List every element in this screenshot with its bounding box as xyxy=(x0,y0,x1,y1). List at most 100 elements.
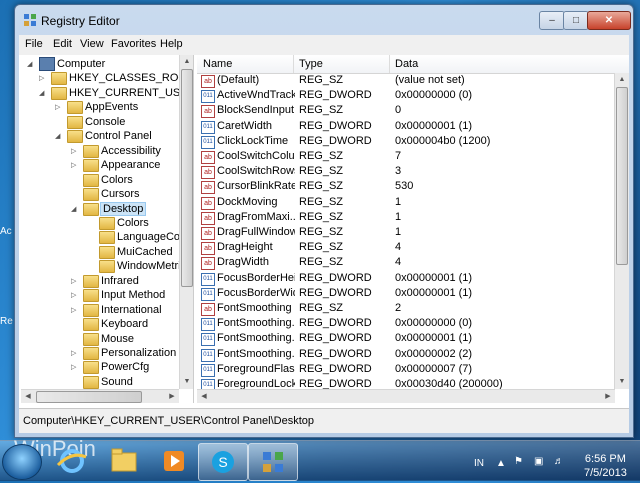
menu-edit[interactable]: Edit xyxy=(53,38,72,50)
scroll-down-arrow-icon[interactable]: ▼ xyxy=(180,375,193,389)
tree-item[interactable]: ▷ Personalization xyxy=(21,346,179,361)
list-item[interactable]: ab DragWidth REG_SZ 4 xyxy=(197,256,593,271)
tree-item[interactable]: ▷ PowerCfg xyxy=(21,360,179,375)
tree-item[interactable]: ▷ HKEY_CLASSES_ROOT xyxy=(21,71,193,86)
collapse-arrow-icon[interactable]: ◢ xyxy=(27,61,34,68)
expand-arrow-icon[interactable]: ▷ xyxy=(55,104,62,111)
expand-arrow-icon[interactable]: ▷ xyxy=(71,148,78,155)
column-divider[interactable] xyxy=(293,55,294,73)
list-item[interactable]: 011 FontSmoothing... REG_DWORD 0x00000002 (… xyxy=(197,348,593,363)
tree-hscroll-thumb[interactable] xyxy=(36,391,142,403)
tree-item[interactable]: ◢ Control Panel xyxy=(21,129,179,144)
list-item[interactable]: ab CursorBlinkRate REG_SZ 530 xyxy=(197,180,593,195)
close-button[interactable]: ✕ xyxy=(587,11,631,30)
scroll-right-arrow-icon[interactable]: ▶ xyxy=(601,390,615,403)
tree-vertical-scrollbar[interactable]: ▲ ▼ xyxy=(179,55,193,389)
list-item[interactable]: 011 FontSmoothing... REG_DWORD 0x00000000 (… xyxy=(197,317,593,332)
list-item[interactable]: ab DragHeight REG_SZ 4 xyxy=(197,241,593,256)
column-header-data[interactable]: Data xyxy=(395,58,418,70)
tree-item[interactable]: ▷ AppEvents xyxy=(21,100,179,115)
expand-arrow-icon[interactable]: ▷ xyxy=(71,278,78,285)
tree-item[interactable]: Colors xyxy=(21,216,179,231)
list-item[interactable]: 011ForegroundFlas... REG_DWORD 0x00000007 … xyxy=(197,363,593,378)
start-button-icon[interactable] xyxy=(2,444,42,480)
tree-item[interactable]: Colors xyxy=(21,173,179,188)
tree-item[interactable]: ◢ HKEY_CURRENT_USER xyxy=(21,86,193,101)
tree-item[interactable]: ▷ Input Method xyxy=(21,288,179,303)
list-item[interactable]: ab DragFromMaxi... REG_SZ 1 xyxy=(197,211,593,226)
windows-explorer-icon[interactable] xyxy=(100,443,148,479)
tree-item[interactable]: ▷ Appearance xyxy=(21,158,179,173)
list-vertical-scrollbar[interactable]: ▲ ▼ xyxy=(614,73,629,389)
expand-arrow-icon[interactable]: ▷ xyxy=(71,307,78,314)
tree-horizontal-scrollbar[interactable]: ◀ ▶ xyxy=(21,389,179,403)
menu-view[interactable]: View xyxy=(80,38,104,50)
collapse-arrow-icon[interactable]: ◢ xyxy=(55,133,62,140)
menu-file[interactable]: File xyxy=(25,38,43,50)
media-player-icon[interactable] xyxy=(150,443,198,479)
scroll-left-arrow-icon[interactable]: ◀ xyxy=(21,390,35,403)
tree-item[interactable]: ▷ Accessibility xyxy=(21,144,179,159)
tree-item[interactable]: ◢ Desktop xyxy=(21,201,179,217)
collapse-arrow-icon[interactable]: ◢ xyxy=(39,90,46,97)
list-vscroll-thumb[interactable] xyxy=(616,87,628,265)
list-item[interactable]: 011FocusBorderHei... REG_DWORD 0x00000001 … xyxy=(197,272,593,287)
show-hidden-icons-icon[interactable]: ▲ xyxy=(496,458,506,469)
tree-item[interactable]: ▷ International xyxy=(21,303,179,318)
scroll-up-arrow-icon[interactable]: ▲ xyxy=(180,55,193,69)
list-item[interactable]: abCoolSwitchColu... REG_SZ 7 xyxy=(197,150,593,165)
key-tree[interactable]: ◢ Computer ▷ HKEY_CLASSES_ROOT ◢ HKEY_CURRENT… xyxy=(21,55,194,403)
registry-editor-taskbar-icon[interactable] xyxy=(248,443,298,481)
tree-item[interactable]: Mouse xyxy=(21,332,179,347)
list-item[interactable]: ab (Default) REG_SZ (value not set) xyxy=(197,74,593,89)
menu-favorites[interactable]: Favorites xyxy=(111,38,156,50)
skype-icon[interactable]: S xyxy=(198,443,248,481)
title-bar[interactable]: Registry Editor – □ ✕ xyxy=(15,5,633,33)
column-header-type[interactable]: Type xyxy=(299,58,323,70)
tree-item[interactable]: Sound xyxy=(21,375,179,390)
volume-icon[interactable]: ♬ xyxy=(554,456,564,467)
column-header-name[interactable]: Name xyxy=(203,58,232,70)
menu-help[interactable]: Help xyxy=(160,38,183,50)
collapse-arrow-icon[interactable]: ◢ xyxy=(71,206,78,213)
tree-item[interactable]: LanguageConf xyxy=(21,230,189,245)
tree-item[interactable]: WindowMetric xyxy=(21,259,186,274)
clock[interactable]: 6:56 PM 7/5/2013 xyxy=(584,452,627,480)
scroll-right-arrow-icon[interactable]: ▶ xyxy=(165,390,179,403)
list-item[interactable]: 011 CaretWidth REG_DWORD 0x00000001 (1) xyxy=(197,120,593,135)
list-item[interactable]: ab CoolSwitchRows REG_SZ 3 xyxy=(197,165,593,180)
scroll-down-arrow-icon[interactable]: ▼ xyxy=(615,375,629,389)
column-divider[interactable] xyxy=(389,55,390,73)
desktop-icon-label[interactable]: Re xyxy=(0,316,13,327)
expand-arrow-icon[interactable]: ▷ xyxy=(71,162,78,169)
minimize-button[interactable]: – xyxy=(539,11,565,30)
scroll-up-arrow-icon[interactable]: ▲ xyxy=(615,73,629,87)
values-list[interactable]: Name Type Data ab (Default) REG_SZ (value n… xyxy=(197,55,629,403)
tree-item[interactable]: Cursors xyxy=(21,187,179,202)
internet-explorer-icon[interactable] xyxy=(48,443,96,479)
list-item[interactable]: ab BlockSendInput... REG_SZ 0 xyxy=(197,104,593,119)
list-item[interactable]: ab DragFullWindows REG_SZ 1 xyxy=(197,226,593,241)
tree-item[interactable]: ◢ Computer xyxy=(21,57,179,72)
network-icon[interactable]: ▣ xyxy=(534,456,543,467)
list-item[interactable]: 011 ClickLockTime REG_DWORD 0x000004b0 (120… xyxy=(197,135,593,150)
list-item[interactable]: 011FocusBorderWid... REG_DWORD 0x00000001 … xyxy=(197,287,593,302)
list-item[interactable]: ab DockMoving REG_SZ 1 xyxy=(197,196,593,211)
expand-arrow-icon[interactable]: ▷ xyxy=(71,364,78,371)
action-center-flag-icon[interactable]: ⚑ xyxy=(514,456,523,467)
tree-vscroll-thumb[interactable] xyxy=(181,69,193,287)
maximize-button[interactable]: □ xyxy=(563,11,589,30)
language-indicator[interactable]: IN xyxy=(474,458,484,469)
scroll-left-arrow-icon[interactable]: ◀ xyxy=(197,390,211,403)
tree-item[interactable]: Console xyxy=(21,115,179,130)
list-horizontal-scrollbar[interactable]: ◀ ▶ xyxy=(197,389,615,403)
list-item[interactable]: ab FontSmoothing REG_SZ 2 xyxy=(197,302,593,317)
desktop-icon-label[interactable]: Ac xyxy=(0,226,12,237)
expand-arrow-icon[interactable]: ▷ xyxy=(71,350,78,357)
expand-arrow-icon[interactable]: ▷ xyxy=(39,75,46,82)
list-item[interactable]: 011 FontSmoothing... REG_DWORD 0x00000001 (… xyxy=(197,332,593,347)
tree-item[interactable]: MuiCached xyxy=(21,245,179,260)
list-item[interactable]: 011ActiveWndTrack... REG_DWORD 0x00000000 … xyxy=(197,89,593,104)
expand-arrow-icon[interactable]: ▷ xyxy=(71,292,78,299)
tree-item[interactable]: ▷ Infrared xyxy=(21,274,179,289)
